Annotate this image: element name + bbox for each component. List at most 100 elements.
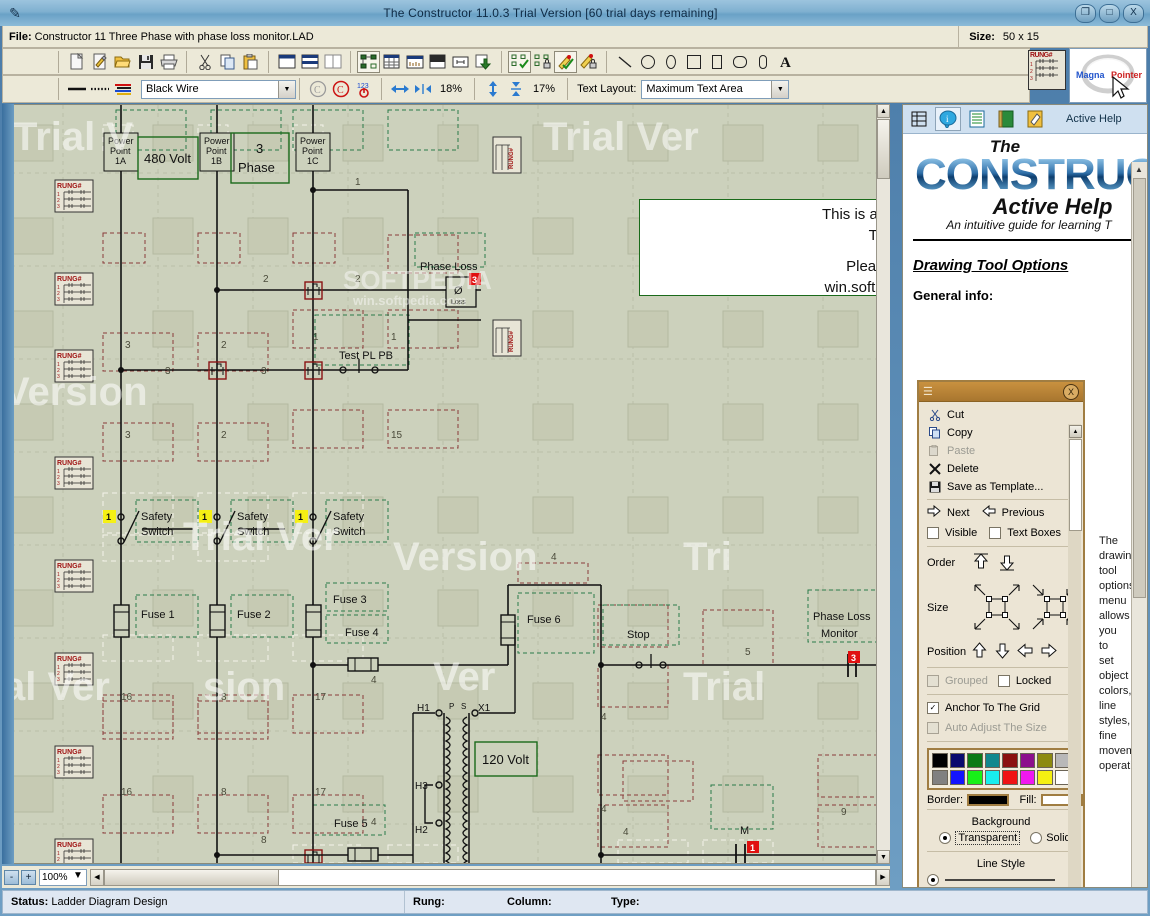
dialog-scroll-thumb[interactable] xyxy=(1069,439,1082,531)
color-wires-icon[interactable] xyxy=(111,78,134,100)
close-button[interactable]: X xyxy=(1123,3,1144,23)
next-label[interactable]: Next xyxy=(947,507,970,519)
maximize-button[interactable]: □ xyxy=(1099,3,1120,23)
previous-arrow-icon[interactable] xyxy=(981,504,996,521)
save-icon[interactable] xyxy=(134,51,157,73)
component-tree-icon[interactable] xyxy=(357,50,380,73)
swatch-red[interactable] xyxy=(1002,770,1018,785)
text-layout-select[interactable]: Maximum Text Area ▼ xyxy=(641,79,790,99)
square-tool-icon[interactable] xyxy=(682,51,705,73)
new-document-icon[interactable] xyxy=(65,51,88,73)
scroll-up-button[interactable]: ▲ xyxy=(1132,162,1146,177)
print-icon[interactable] xyxy=(157,51,180,73)
solid-radio[interactable] xyxy=(1030,832,1043,844)
pencil-check-icon[interactable] xyxy=(554,50,577,73)
rect-tool-icon[interactable] xyxy=(705,51,728,73)
swatch-navy[interactable] xyxy=(949,753,965,768)
line-style-solid-radio[interactable] xyxy=(927,874,939,886)
move-left-icon[interactable] xyxy=(1017,642,1034,662)
move-up-icon[interactable] xyxy=(971,642,988,662)
menu-item-save-template[interactable]: Save as Template... xyxy=(919,478,1083,496)
chevron-down-icon[interactable]: ▼ xyxy=(771,80,789,98)
pencil-lock-icon[interactable] xyxy=(577,51,600,73)
transparent-radio[interactable] xyxy=(939,832,952,844)
renumber-icon[interactable]: 123 xyxy=(352,78,375,100)
rounded-rect-tool-icon[interactable] xyxy=(728,51,751,73)
circle-tool-icon[interactable] xyxy=(636,51,659,73)
dialog-close-icon[interactable]: X xyxy=(1063,383,1079,400)
help-scroll-thumb[interactable] xyxy=(1133,178,1146,598)
canvas-vertical-scrollbar[interactable]: ▲ ▼ xyxy=(876,104,890,864)
single-pane-icon[interactable] xyxy=(275,51,298,73)
open-folder-icon[interactable] xyxy=(111,51,134,73)
grid-table-icon[interactable] xyxy=(380,51,403,73)
visible-checkbox[interactable] xyxy=(927,527,939,539)
swatch-teal[interactable] xyxy=(984,753,1000,768)
locked-checkbox[interactable] xyxy=(997,675,1010,687)
move-down-icon[interactable] xyxy=(994,642,1011,662)
copy-icon[interactable] xyxy=(216,51,239,73)
send-to-back-icon[interactable] xyxy=(997,552,1017,575)
zoom-out-button[interactable]: - xyxy=(4,869,19,885)
grow-size-icon[interactable] xyxy=(971,581,1023,636)
ladder-diagram-canvas[interactable]: Ø Loss 3 1 1 1 3 1 H1 H3 H2 X1 P S Power… xyxy=(2,104,890,864)
solid-line-icon[interactable] xyxy=(65,78,88,100)
dotted-line-icon[interactable] xyxy=(88,78,111,100)
color-palette[interactable] xyxy=(927,748,1075,790)
expand-vertical-icon[interactable] xyxy=(481,78,504,100)
text-tool-icon[interactable]: A xyxy=(774,51,797,73)
move-right-icon[interactable] xyxy=(1040,642,1057,662)
dialog-scroll-up-icon[interactable]: ▲ xyxy=(1069,425,1082,438)
notepad-icon[interactable] xyxy=(1022,107,1048,131)
menu-item-delete[interactable]: Delete xyxy=(919,460,1083,478)
menu-item-copy[interactable]: Copy xyxy=(919,424,1083,442)
swatch-cyan[interactable] xyxy=(984,770,1000,785)
vertical-scroll-thumb[interactable] xyxy=(877,119,890,179)
vertical-split-icon[interactable] xyxy=(321,51,344,73)
scroll-down-button[interactable]: ▼ xyxy=(877,850,890,864)
swatch-black[interactable] xyxy=(932,753,948,768)
insert-row-icon[interactable] xyxy=(449,51,472,73)
rounded-tall-tool-icon[interactable] xyxy=(751,51,774,73)
chevron-down-icon[interactable]: ▼ xyxy=(73,870,86,885)
cross-ref-gray-icon[interactable]: C xyxy=(306,78,329,100)
shrink-vertical-icon[interactable] xyxy=(504,78,527,100)
scroll-left-button[interactable]: ◀ xyxy=(90,868,104,886)
dialog-scrollbar[interactable]: ▲ xyxy=(1068,424,1082,887)
export-icon[interactable] xyxy=(472,51,495,73)
horizontal-split-icon[interactable] xyxy=(298,51,321,73)
anchor-to-grid-checkbox[interactable]: ✓ xyxy=(927,702,939,714)
swatch-olive[interactable] xyxy=(1037,753,1053,768)
help-panel-scrollbar[interactable]: ▲ ▼ xyxy=(1131,162,1147,887)
scroll-right-button[interactable]: ▶ xyxy=(876,868,890,886)
validate-check-icon[interactable] xyxy=(508,50,531,73)
book-icon[interactable] xyxy=(993,107,1019,131)
menu-item-cut[interactable]: Cut xyxy=(919,406,1083,424)
list-icon[interactable] xyxy=(964,107,990,131)
ladder-icon[interactable] xyxy=(906,107,932,131)
validate-lock-icon[interactable] xyxy=(531,51,554,73)
cross-ref-red-icon[interactable]: C xyxy=(329,78,352,100)
previous-label[interactable]: Previous xyxy=(1002,507,1045,519)
zoom-level-select[interactable]: 100% ▼ xyxy=(39,868,87,886)
swatch-purple[interactable] xyxy=(1019,753,1035,768)
horizontal-scroll-track[interactable] xyxy=(279,868,876,886)
edit-document-icon[interactable] xyxy=(88,51,111,73)
rung-numbering-button[interactable]: RUNG# 1 2 3 xyxy=(1028,50,1066,90)
note-text-box[interactable]: This is a S Tes Please win.softpe xyxy=(639,199,889,296)
horizontal-scroll-thumb[interactable] xyxy=(104,868,279,886)
canvas-horizontal-scrollbar[interactable]: ◀ ▶ xyxy=(90,868,890,886)
bring-to-front-icon[interactable] xyxy=(971,552,991,575)
swatch-blue[interactable] xyxy=(949,770,965,785)
ruler-icon[interactable] xyxy=(403,51,426,73)
globe-help-icon[interactable]: i xyxy=(935,107,961,131)
line-tool-icon[interactable] xyxy=(613,51,636,73)
expand-horizontal-icon[interactable] xyxy=(388,78,411,100)
swatch-maroon[interactable] xyxy=(1002,753,1018,768)
swatch-green[interactable] xyxy=(967,753,983,768)
restore-button[interactable]: ❐ xyxy=(1075,3,1096,23)
page-layout-icon[interactable] xyxy=(426,51,449,73)
swatch-yellow[interactable] xyxy=(1037,770,1053,785)
scroll-up-button[interactable]: ▲ xyxy=(877,104,890,118)
text-boxes-checkbox[interactable] xyxy=(989,527,1002,539)
